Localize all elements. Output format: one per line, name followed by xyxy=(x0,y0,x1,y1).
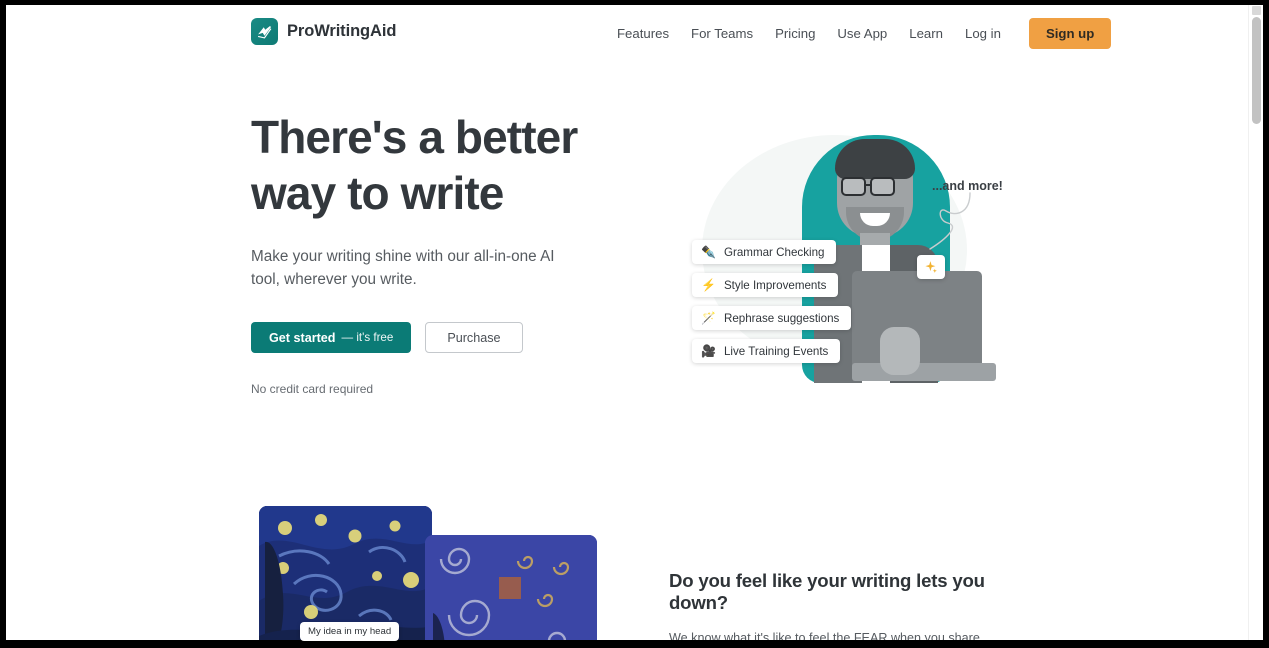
brand-name: ProWritingAid xyxy=(287,22,397,40)
feature-pill-label: Live Training Events xyxy=(723,344,829,358)
hero-subtitle: Make your writing shine with our all-in-… xyxy=(251,248,555,288)
feature-pill-label: Style Improvements xyxy=(723,278,827,292)
hero-illustration: ✒️ Grammar Checking ⚡ Style Improvements… xyxy=(674,105,1019,397)
screen: ProWritingAid Features For Teams Pricing… xyxy=(0,0,1269,648)
pen-icon: ✒️ xyxy=(701,245,716,259)
feature-pill-list: ✒️ Grammar Checking ⚡ Style Improvements… xyxy=(692,240,852,363)
brand-logo[interactable]: ProWritingAid xyxy=(251,18,396,45)
no-credit-card-note: No credit card required xyxy=(251,382,374,396)
page-title: There's a better way to write xyxy=(251,109,621,221)
get-started-button[interactable]: Get started — it's free xyxy=(251,322,412,353)
feature-pill-style-improvements: ⚡ Style Improvements xyxy=(692,273,839,297)
glasses-right-lens-icon xyxy=(870,177,895,196)
glasses-bridge-icon xyxy=(866,184,871,187)
page-content: ProWritingAid Features For Teams Pricing… xyxy=(6,5,1248,642)
hero-title-line-2: way to write xyxy=(251,167,504,219)
video-camera-icon: 🎥 xyxy=(701,344,716,358)
sign-up-button[interactable]: Sign up xyxy=(1028,17,1112,49)
browser-viewport: ProWritingAid Features For Teams Pricing… xyxy=(6,5,1263,642)
lightning-icon: ⚡ xyxy=(701,278,716,292)
feature-pill-rephrase-suggestions: 🪄 Rephrase suggestions xyxy=(692,306,852,330)
magic-wand-icon: 🪄 xyxy=(701,311,716,325)
hero-cta-row: Get started — it's free Purchase xyxy=(251,322,621,353)
main-navigation: Features For Teams Pricing Use App Learn… xyxy=(606,17,1112,49)
feature-pill-grammar-checking: ✒️ Grammar Checking xyxy=(692,240,837,264)
section-title: Do you feel like your writing lets you d… xyxy=(669,570,985,613)
squiggle-arrow-icon xyxy=(929,192,971,250)
glasses-left-lens-icon xyxy=(841,177,866,196)
get-started-sublabel: — it's free xyxy=(341,331,394,344)
bottom-black-bar xyxy=(0,640,1269,648)
nav-item-pricing[interactable]: Pricing xyxy=(764,19,826,48)
nav-item-learn[interactable]: Learn xyxy=(898,19,954,48)
vertical-scrollbar[interactable] xyxy=(1248,5,1263,642)
scrollbar-thumb[interactable] xyxy=(1252,17,1261,124)
section-writing-lets-you-down: Do you feel like your writing lets you d… xyxy=(669,570,1014,642)
purchase-button[interactable]: Purchase xyxy=(425,322,523,353)
hero-title-line-1: There's a better xyxy=(251,111,578,163)
prowritingaid-logo-icon xyxy=(251,18,278,45)
nav-item-features[interactable]: Features xyxy=(606,19,680,48)
nav-item-use-app[interactable]: Use App xyxy=(826,19,898,48)
image-caption-bubble: My idea in my head xyxy=(300,622,400,641)
feature-pill-live-training-events: 🎥 Live Training Events xyxy=(692,339,841,363)
get-started-label: Get started xyxy=(269,330,336,345)
feature-pill-label: Rephrase suggestions xyxy=(723,311,840,325)
person-hand xyxy=(880,327,920,375)
nav-item-for-teams[interactable]: For Teams xyxy=(680,19,764,48)
scrollbar-up-button[interactable] xyxy=(1252,6,1261,15)
nav-item-log-in[interactable]: Log in xyxy=(954,19,1012,48)
feature-pill-label: Grammar Checking xyxy=(723,245,825,259)
laptop-base xyxy=(852,363,996,381)
crude-drawing xyxy=(425,535,597,642)
hero-section: There's a better way to write Make your … xyxy=(251,109,621,396)
site-header: ProWritingAid Features For Teams Pricing… xyxy=(6,5,1248,61)
person-hair xyxy=(835,139,915,179)
